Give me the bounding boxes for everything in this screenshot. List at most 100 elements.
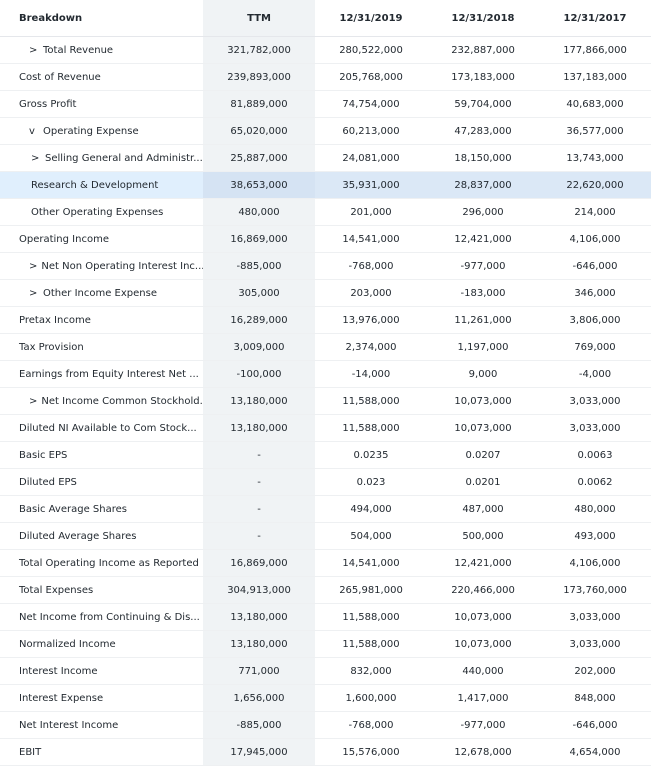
row-label-cell: EBIT [0,739,203,765]
financials-table: Breakdown TTM 12/31/2019 12/31/2018 12/3… [0,0,651,766]
table-body: > Total Revenue 321,782,000 280,522,000 232,… [0,37,651,766]
row-value-cell: 296,000 [462,206,504,218]
row-value-cell: 173,183,000 [451,71,515,83]
chevron-right-icon[interactable]: > [29,45,39,56]
row-label: Diluted Average Shares [19,530,137,542]
row-label: Net Income Common Stockhold... [41,395,203,407]
row-value-cell: 36,577,000 [566,125,624,137]
table-row: Interest Income 771,000 832,000 440,000 202,… [0,658,651,685]
row-value-cell: 493,000 [574,530,616,542]
row-value-cell: 3,033,000 [569,422,621,434]
chevron-right-icon[interactable]: > [29,396,37,407]
row-value-cell: 25,887,000 [203,145,315,171]
table-row[interactable]: > Other Income Expense 305,000 203,000 -183,… [0,280,651,307]
row-label: Net Income from Continuing & Dis... [19,611,200,623]
col-header-2017[interactable]: 12/31/2017 [539,0,651,36]
chevron-right-icon[interactable]: > [29,288,39,299]
row-value-cell: 771,000 [203,658,315,684]
row-value-cell: 137,183,000 [563,71,627,83]
row-label: Research & Development [31,179,159,191]
row-value-cell: -646,000 [572,260,618,272]
row-value-cell: 203,000 [350,287,392,299]
row-value-cell: 202,000 [574,665,616,677]
row-label: Diluted EPS [19,476,77,488]
row-value-cell: 12,678,000 [454,746,512,758]
row-value-cell: 504,000 [350,530,392,542]
row-value-cell: 4,106,000 [569,233,621,245]
row-value-cell: 201,000 [350,206,392,218]
row-value-cell: 173,760,000 [563,584,627,596]
col-header-ttm[interactable]: TTM [203,0,315,36]
row-value-cell: 3,033,000 [569,611,621,623]
row-value-cell: -768,000 [348,719,394,731]
row-label-cell: Pretax Income [0,307,203,333]
row-value-cell: 3,806,000 [569,314,621,326]
row-value-cell: 81,889,000 [203,91,315,117]
row-value-cell: - [203,469,315,495]
table-row[interactable]: > Net Non Operating Interest Inc... -885,0… [0,253,651,280]
row-label-cell: Diluted Average Shares [0,523,203,549]
row-value-cell: 1,600,000 [345,692,397,704]
table-row: Net Interest Income -885,000 -768,000 -977,… [0,712,651,739]
row-value-cell: 10,073,000 [454,395,512,407]
table-row: Gross Profit 81,889,000 74,754,000 59,704,0… [0,91,651,118]
col-header-2019[interactable]: 12/31/2019 [315,0,427,36]
row-value-cell: 59,704,000 [454,98,512,110]
table-row[interactable]: > Selling General and Administr... 25,887,… [0,145,651,172]
chevron-right-icon[interactable]: > [31,153,41,164]
row-label: Diluted NI Available to Com Stock... [19,422,197,434]
row-label: Normalized Income [19,638,116,650]
row-value-cell: 60,213,000 [342,125,400,137]
row-value-cell: 500,000 [462,530,504,542]
row-value-cell: -14,000 [351,368,391,380]
row-value-cell: 3,033,000 [569,638,621,650]
row-label-cell: Total Operating Income as Reported [0,550,203,576]
row-value-cell: 65,020,000 [203,118,315,144]
row-value-cell: 0.0063 [577,449,613,461]
row-label-cell: Earnings from Equity Interest Net ... [0,361,203,387]
row-label: Gross Profit [19,98,77,110]
row-value-cell: 11,588,000 [342,422,400,434]
row-label-cell: Other Operating Expenses [0,199,203,225]
row-label-cell: Diluted EPS [0,469,203,495]
chevron-right-icon[interactable]: > [29,261,37,272]
table-row: Diluted Average Shares - 504,000 500,000 493… [0,523,651,550]
row-label: Earnings from Equity Interest Net ... [19,368,199,380]
row-value-cell: 13,180,000 [203,604,315,630]
row-label-cell: > Other Income Expense [0,280,203,306]
table-row: Pretax Income 16,289,000 13,976,000 11,261,… [0,307,651,334]
row-label: Basic Average Shares [19,503,127,515]
table-row: Other Operating Expenses 480,000 201,000 29… [0,199,651,226]
row-label-cell: Interest Income [0,658,203,684]
row-value-cell: 13,180,000 [203,415,315,441]
row-label-cell: v Operating Expense [0,118,203,144]
row-value-cell: 239,893,000 [203,64,315,90]
table-row[interactable]: > Net Income Common Stockhold... 13,180,00… [0,388,651,415]
table-header: Breakdown TTM 12/31/2019 12/31/2018 12/3… [0,0,651,37]
table-row: Total Expenses 304,913,000 265,981,000 220,… [0,577,651,604]
row-label: Operating Income [19,233,109,245]
row-value-cell: 18,150,000 [454,152,512,164]
row-value-cell: 1,417,000 [457,692,509,704]
row-value-cell: 11,261,000 [454,314,512,326]
col-header-2018[interactable]: 12/31/2018 [427,0,539,36]
row-value-cell: 280,522,000 [339,44,403,56]
row-value-cell: 494,000 [350,503,392,515]
row-value-cell: -768,000 [348,260,394,272]
row-label-cell: Normalized Income [0,631,203,657]
row-label-cell: > Net Income Common Stockhold... [0,388,203,414]
row-value-cell: 440,000 [462,665,504,677]
row-label: Other Income Expense [43,287,157,299]
row-value-cell: 13,743,000 [566,152,624,164]
row-value-cell: -100,000 [203,361,315,387]
row-value-cell: -977,000 [460,719,506,731]
table-row[interactable]: > Total Revenue 321,782,000 280,522,000 232,… [0,37,651,64]
row-value-cell: 17,945,000 [203,739,315,765]
row-label-cell: Interest Expense [0,685,203,711]
row-value-cell: 74,754,000 [342,98,400,110]
row-value-cell: 4,654,000 [569,746,621,758]
row-value-cell: 13,180,000 [203,388,315,414]
table-row[interactable]: v Operating Expense 65,020,000 60,213,000 47… [0,118,651,145]
row-value-cell: -885,000 [203,712,315,738]
chevron-down-icon[interactable]: v [29,126,39,137]
